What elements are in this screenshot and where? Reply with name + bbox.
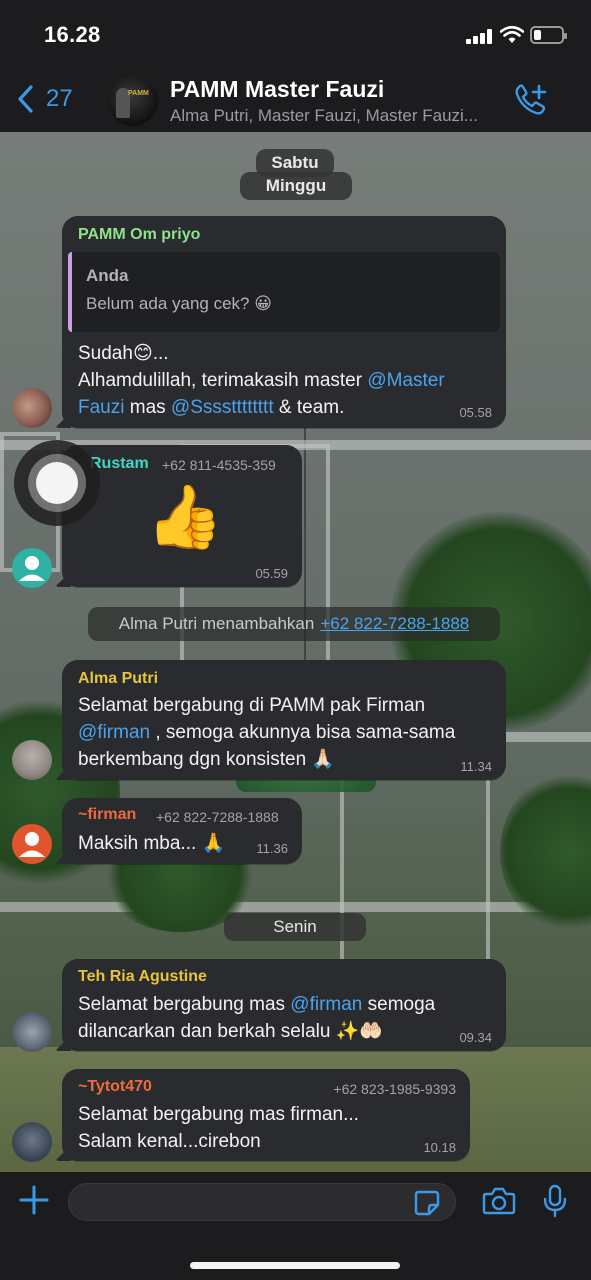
phone-link[interactable]: +62 822-7288-1888 xyxy=(320,614,469,634)
status-bar: 16.28 xyxy=(0,0,591,70)
message-sender[interactable]: Teh Ria Agustine xyxy=(78,968,207,986)
message-time: 10.18 xyxy=(423,1140,456,1155)
mention-link[interactable]: @firman xyxy=(78,722,150,743)
reply-quote[interactable]: Anda Belum ada yang cek? 😀 xyxy=(68,252,500,332)
message-line: Selamat bergabung mas firman... xyxy=(78,1104,359,1125)
message-time: 05.59 xyxy=(255,566,288,581)
group-members[interactable]: Alma Putri, Master Fauzi, Master Fauzi..… xyxy=(170,106,500,126)
mention-link[interactable]: Fauzi xyxy=(78,397,124,418)
sender-phone: +62 823-1985-9393 xyxy=(333,1081,456,1097)
unread-count: 27 xyxy=(46,85,73,112)
message-sender[interactable]: Alma Putri xyxy=(78,670,158,688)
message-time: 11.34 xyxy=(460,759,492,774)
system-text: Alma Putri menambahkan xyxy=(118,614,315,633)
sender-phone: +62 822-7288-1888 xyxy=(156,809,279,825)
message-text: Selamat bergabung mas @firman semoga dil… xyxy=(78,991,502,1045)
message-line: Alhamdulillah, terimakasih master @Maste… xyxy=(78,367,498,394)
message-text: Selamat bergabung mas firman... Salam ke… xyxy=(78,1101,458,1155)
person-icon xyxy=(19,832,45,857)
avatar[interactable] xyxy=(12,548,52,588)
message-line: dilancarkan dan berkah selalu ✨🤲🏻 xyxy=(78,1021,384,1042)
chevron-left-icon xyxy=(18,85,33,113)
system-message: Alma Putri menambahkan +62 822-7288-1888 xyxy=(88,607,500,641)
message-bubble[interactable]: Alma Putri Selamat bergabung di PAMM pak… xyxy=(62,660,506,780)
wallpaper-shelf xyxy=(0,902,591,912)
assistive-dot xyxy=(36,462,78,504)
avatar[interactable] xyxy=(12,1012,52,1052)
message-bubble[interactable]: Teh Ria Agustine Selamat bergabung mas @… xyxy=(62,959,506,1051)
message-text: Maksih mba... 🙏 xyxy=(78,833,226,854)
message-line: Sudah😊... xyxy=(78,343,169,364)
group-avatar[interactable]: PAMM xyxy=(108,76,158,126)
date-chip-minggu: Minggu xyxy=(240,172,352,200)
message-time: 05.58 xyxy=(459,405,492,420)
message-bubble[interactable]: Rustam +62 811-4535-359 👍 05.59 xyxy=(62,445,302,587)
message-text: Sudah😊... Alhamdulillah, terimakasih mas… xyxy=(78,340,498,421)
status-time: 16.28 xyxy=(44,22,101,47)
sticker-icon[interactable] xyxy=(414,1190,440,1216)
battery-icon xyxy=(530,26,567,44)
message-bubble[interactable]: PAMM Om priyo Anda Belum ada yang cek? 😀… xyxy=(62,216,506,428)
avatar[interactable] xyxy=(12,388,52,428)
phone-add-icon[interactable] xyxy=(512,82,550,118)
message-time: 09.34 xyxy=(459,1030,492,1045)
group-title[interactable]: PAMM Master Fauzi xyxy=(170,76,384,103)
message-text-segment: Selamat bergabung mas xyxy=(78,994,291,1015)
chat-header: 27 PAMM PAMM Master Fauzi Alma Putri, Ma… xyxy=(0,70,591,132)
quote-text: Belum ada yang cek? 😀 xyxy=(86,294,272,313)
avatar-text: PAMM xyxy=(128,90,149,97)
message-text-segment: & team. xyxy=(273,397,345,418)
back-button[interactable]: 27 xyxy=(16,84,73,114)
avatar[interactable] xyxy=(12,824,52,864)
message-text-segment: mas xyxy=(124,397,171,418)
message-sender[interactable]: ~Tytot470 xyxy=(78,1078,152,1096)
message-bubble[interactable]: ~firman +62 822-7288-1888 Maksih mba... … xyxy=(62,798,302,864)
message-line: Fauzi mas @Sssstttttttt & team. xyxy=(78,394,498,421)
assistive-touch-button[interactable] xyxy=(14,440,100,526)
microphone-icon[interactable] xyxy=(542,1184,568,1218)
camera-icon[interactable] xyxy=(482,1186,516,1216)
avatar[interactable] xyxy=(12,740,52,780)
message-sender[interactable]: ~firman xyxy=(78,806,136,824)
message-text-segment: semoga xyxy=(362,994,436,1015)
thumbs-up-emoji: 👍 xyxy=(146,483,224,552)
message-sender[interactable]: PAMM Om priyo xyxy=(78,226,200,244)
signal-icon xyxy=(466,28,494,44)
message-text-segment: Alhamdulillah, terimakasih master xyxy=(78,370,368,391)
message-sender[interactable]: Rustam xyxy=(90,455,149,473)
message-time: 11.36 xyxy=(256,841,288,856)
home-indicator[interactable] xyxy=(190,1262,400,1269)
message-line: Selamat bergabung mas @firman semoga xyxy=(78,991,502,1018)
wifi-icon xyxy=(500,26,524,43)
mention-link[interactable]: @Sssstttttttt xyxy=(171,397,274,418)
message-line: Selamat bergabung di PAMM pak Firman xyxy=(78,695,426,716)
message-line: Salam kenal...cirebon xyxy=(78,1131,261,1152)
message-text-segment: , semoga akunnya bisa sama-sama xyxy=(150,722,456,743)
message-input[interactable] xyxy=(68,1183,456,1221)
mention-link[interactable]: @firman xyxy=(290,994,362,1015)
date-chip-senin: Senin xyxy=(224,913,366,941)
plus-icon[interactable] xyxy=(18,1184,50,1216)
message-text: Selamat bergabung di PAMM pak Firman @fi… xyxy=(78,692,502,773)
avatar[interactable] xyxy=(12,1122,52,1162)
message-line: @firman , semoga akunnya bisa sama-sama xyxy=(78,719,502,746)
mention-link[interactable]: @Master xyxy=(367,370,444,391)
sender-phone: +62 811-4535-359 xyxy=(162,457,276,473)
person-icon xyxy=(19,556,45,581)
message-line: berkembang dgn konsisten 🙏🏻 xyxy=(78,749,336,770)
quote-sender: Anda xyxy=(86,266,129,285)
message-bubble[interactable]: ~Tytot470 +62 823-1985-9393 Selamat berg… xyxy=(62,1069,470,1161)
